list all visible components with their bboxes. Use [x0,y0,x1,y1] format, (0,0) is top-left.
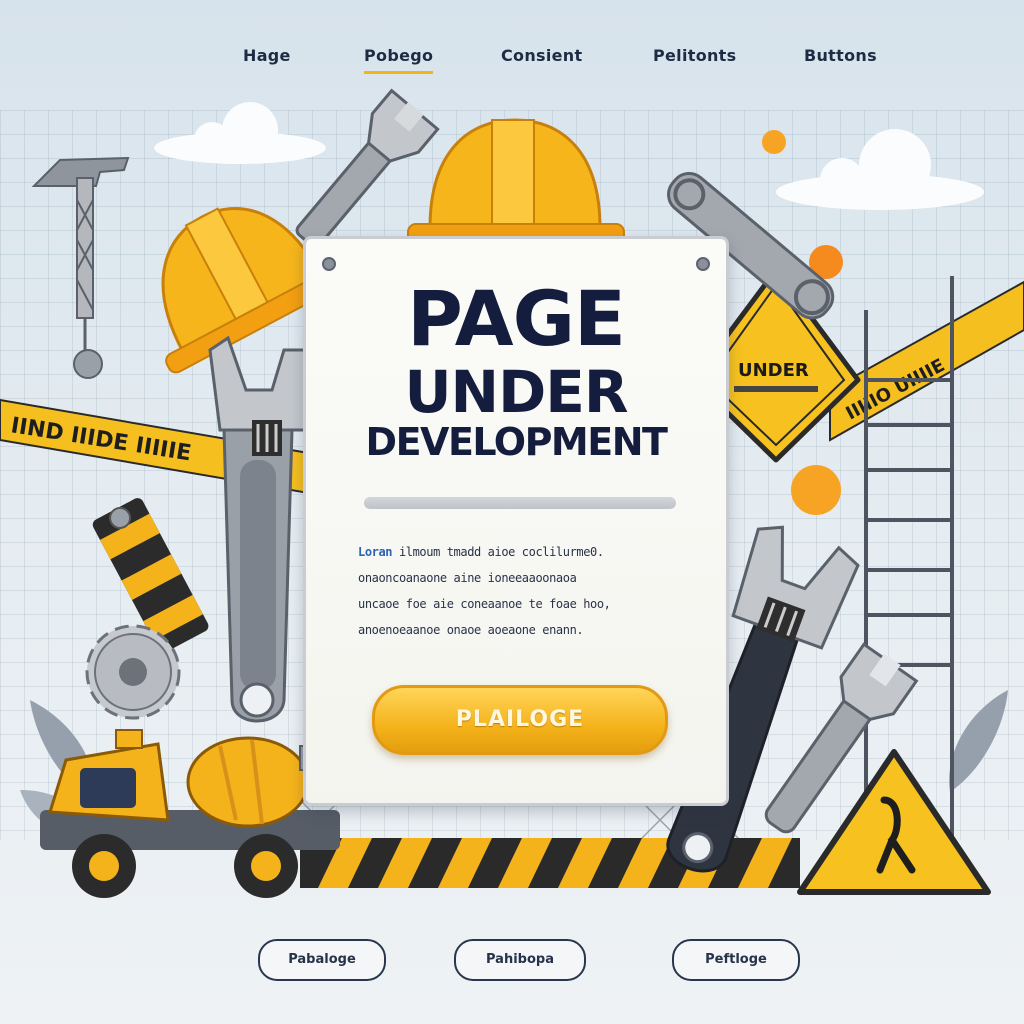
caution-tape-right: IIIIIO UIIIIE [829,280,1024,442]
footer-pill-button[interactable]: Peftloge [672,939,800,981]
hammer-icon [31,156,130,379]
body-line: ilmoum tmadd aioe coclilurme0. [392,545,604,559]
orb-icon [791,465,841,515]
footer-pill-button[interactable]: Pabaloge [258,939,386,981]
bolt-icon [322,257,336,271]
footer-pill-button[interactable]: Pahibopa [454,939,586,981]
cement-truck-icon [40,729,340,898]
body-line: uncaoe foe aie coneaanoe te foae hoo, [358,597,611,611]
warning-sign-label: UNDER [738,360,809,381]
hardhat-icon [407,118,625,245]
page-title-line1: PAGE [407,274,626,363]
body-line: anoenoeaanoe onaoe aoeaone enann. [358,623,584,637]
leaf-icon [949,690,1008,792]
primary-cta-button[interactable]: PLAILOGE [372,685,668,755]
page-title-line2: UNDER [404,358,628,426]
cloud-icon [776,129,984,210]
placeholder-body-text: Loran ilmoum tmadd aioe coclilurme0. ona… [358,539,674,643]
bolt-icon [696,257,710,271]
under-development-card: PAGE UNDER DEVELOPMENT Loran ilmoum tmad… [303,236,729,806]
title-divider [364,497,676,509]
body-line: onaoncoanaone aine ioneeaaoonaoa [358,571,577,585]
orb-icon [762,130,786,154]
gear-icon [85,624,181,720]
page-title-line3: DEVELOPMENT [365,420,668,464]
body-lead-word: Loran [358,545,393,559]
cloud-icon [154,102,326,164]
